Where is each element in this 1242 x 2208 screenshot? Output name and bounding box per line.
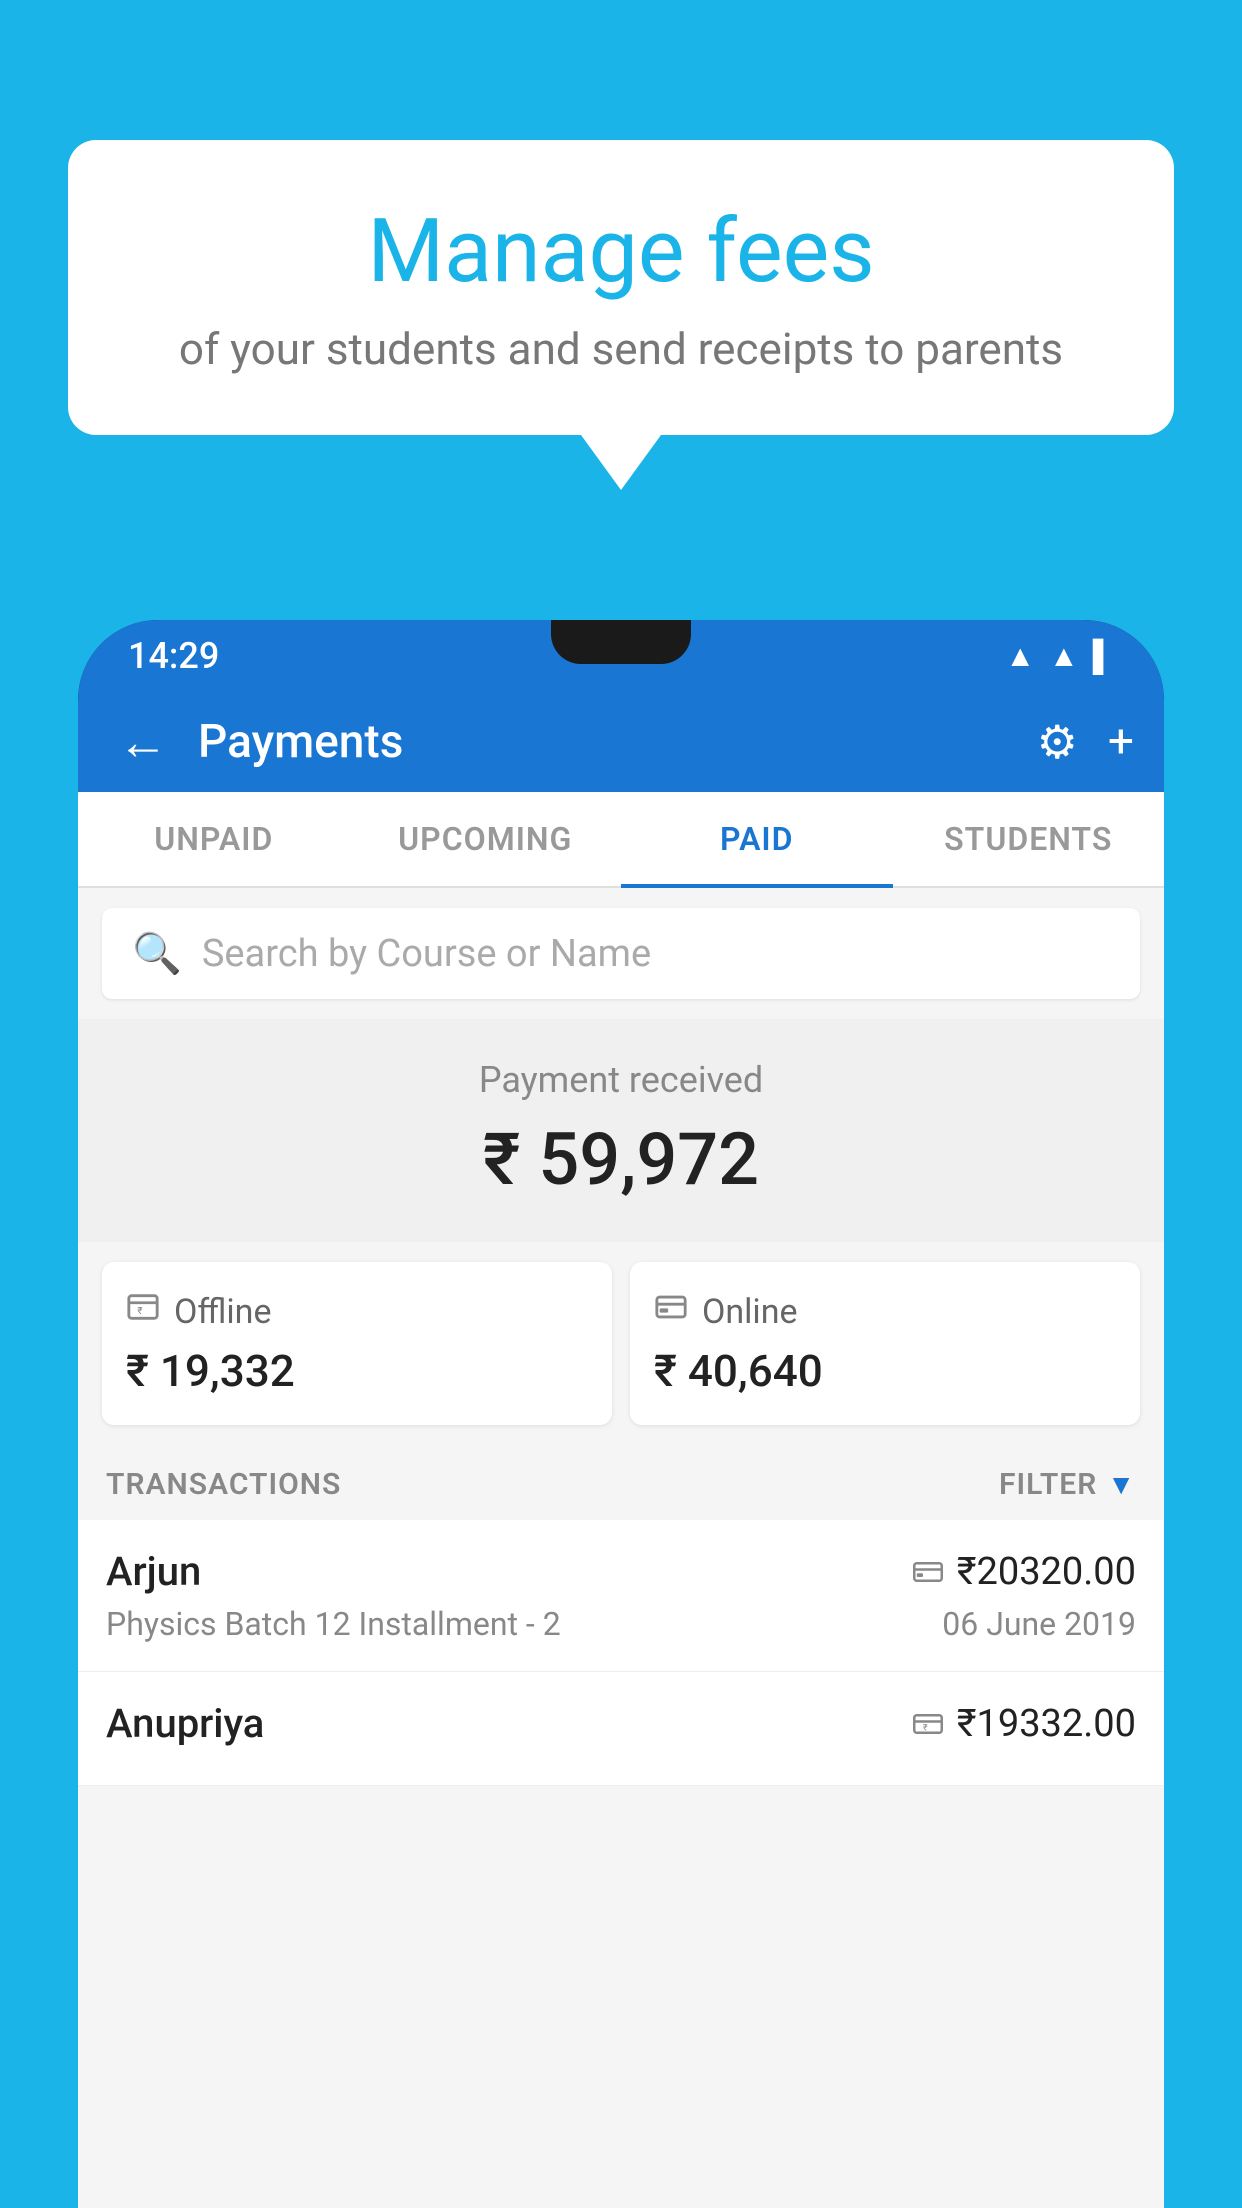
transaction-course-1: Physics Batch 12 Installment - 2 <box>106 1605 561 1643</box>
app-bar-actions: ⚙ + <box>1037 715 1134 770</box>
search-input[interactable]: Search by Course or Name <box>202 932 651 976</box>
transaction-amount-wrap-1: ₹20320.00 <box>913 1550 1136 1594</box>
tabs-container: UNPAID UPCOMING PAID STUDENTS <box>78 792 1164 888</box>
phone-container: 14:29 ▲ ▲ ▌ ← Payments ⚙ + UNPAID UPCOMI… <box>78 620 1164 2208</box>
content-area: 🔍 Search by Course or Name Payment recei… <box>78 888 1164 2208</box>
settings-icon[interactable]: ⚙ <box>1037 715 1078 770</box>
online-payment-card: Online ₹ 40,640 <box>630 1262 1140 1425</box>
transaction-payment-icon-1 <box>913 1552 943 1592</box>
app-bar-title: Payments <box>198 715 1017 769</box>
status-time: 14:29 <box>128 635 219 677</box>
speech-bubble: Manage fees of your students and send re… <box>68 140 1174 435</box>
offline-payment-card: ₹ Offline ₹ 19,332 <box>102 1262 612 1425</box>
tab-unpaid[interactable]: UNPAID <box>78 792 350 886</box>
transaction-date-1: 06 June 2019 <box>942 1605 1136 1643</box>
filter-button[interactable]: FILTER ▼ <box>999 1467 1136 1502</box>
payment-received-section: Payment received ₹ 59,972 <box>78 1019 1164 1242</box>
app-bar: ← Payments ⚙ + <box>78 692 1164 792</box>
speech-bubble-title: Manage fees <box>148 200 1094 303</box>
offline-card-header: ₹ Offline <box>126 1290 588 1333</box>
svg-text:₹: ₹ <box>923 1723 928 1733</box>
transaction-amount-2: ₹19332.00 <box>957 1702 1136 1746</box>
phone-frame: 14:29 ▲ ▲ ▌ ← Payments ⚙ + UNPAID UPCOMI… <box>78 620 1164 2208</box>
signal-icon: ▲ <box>1049 639 1079 674</box>
tab-students[interactable]: STUDENTS <box>893 792 1165 886</box>
filter-text: FILTER <box>999 1467 1097 1502</box>
transaction-bottom-1: Physics Batch 12 Installment - 2 06 June… <box>106 1605 1136 1643</box>
transactions-label: TRANSACTIONS <box>106 1467 341 1502</box>
speech-bubble-tail <box>581 435 661 490</box>
online-card-type: Online <box>702 1292 798 1332</box>
battery-icon: ▌ <box>1093 639 1114 674</box>
search-icon: 🔍 <box>132 930 182 977</box>
search-bar[interactable]: 🔍 Search by Course or Name <box>102 908 1140 999</box>
online-card-amount: ₹ 40,640 <box>654 1345 1116 1397</box>
transaction-row[interactable]: Anupriya ₹ ₹19332.00 <box>78 1672 1164 1786</box>
online-payment-icon <box>654 1290 688 1333</box>
svg-text:₹: ₹ <box>137 1306 142 1317</box>
online-card-header: Online <box>654 1290 1116 1333</box>
tab-paid[interactable]: PAID <box>621 792 893 886</box>
transaction-amount-wrap-2: ₹ ₹19332.00 <box>913 1702 1136 1746</box>
speech-bubble-subtitle: of your students and send receipts to pa… <box>148 323 1094 375</box>
payment-received-label: Payment received <box>98 1059 1144 1101</box>
transaction-amount-1: ₹20320.00 <box>957 1550 1136 1594</box>
offline-card-amount: ₹ 19,332 <box>126 1345 588 1397</box>
tab-upcoming[interactable]: UPCOMING <box>350 792 622 886</box>
filter-icon: ▼ <box>1107 1468 1136 1501</box>
payment-received-amount: ₹ 59,972 <box>98 1117 1144 1202</box>
add-icon[interactable]: + <box>1108 715 1134 769</box>
payment-cards: ₹ Offline ₹ 19,332 <box>78 1262 1164 1449</box>
transaction-row[interactable]: Arjun ₹20320.00 Physics Batch 1 <box>78 1520 1164 1672</box>
transaction-payment-icon-2: ₹ <box>913 1704 943 1744</box>
wifi-icon: ▲ <box>1005 639 1035 674</box>
transaction-name-1: Arjun <box>106 1548 201 1595</box>
transaction-name-2: Anupriya <box>106 1700 264 1747</box>
back-button[interactable]: ← <box>108 703 178 782</box>
transactions-header: TRANSACTIONS FILTER ▼ <box>78 1449 1164 1520</box>
transaction-top-1: Arjun ₹20320.00 <box>106 1548 1136 1595</box>
offline-payment-icon: ₹ <box>126 1290 160 1333</box>
phone-notch <box>551 620 691 664</box>
status-icons: ▲ ▲ ▌ <box>1005 639 1114 674</box>
transaction-top-2: Anupriya ₹ ₹19332.00 <box>106 1700 1136 1747</box>
speech-bubble-container: Manage fees of your students and send re… <box>68 140 1174 490</box>
offline-card-type: Offline <box>174 1292 271 1332</box>
